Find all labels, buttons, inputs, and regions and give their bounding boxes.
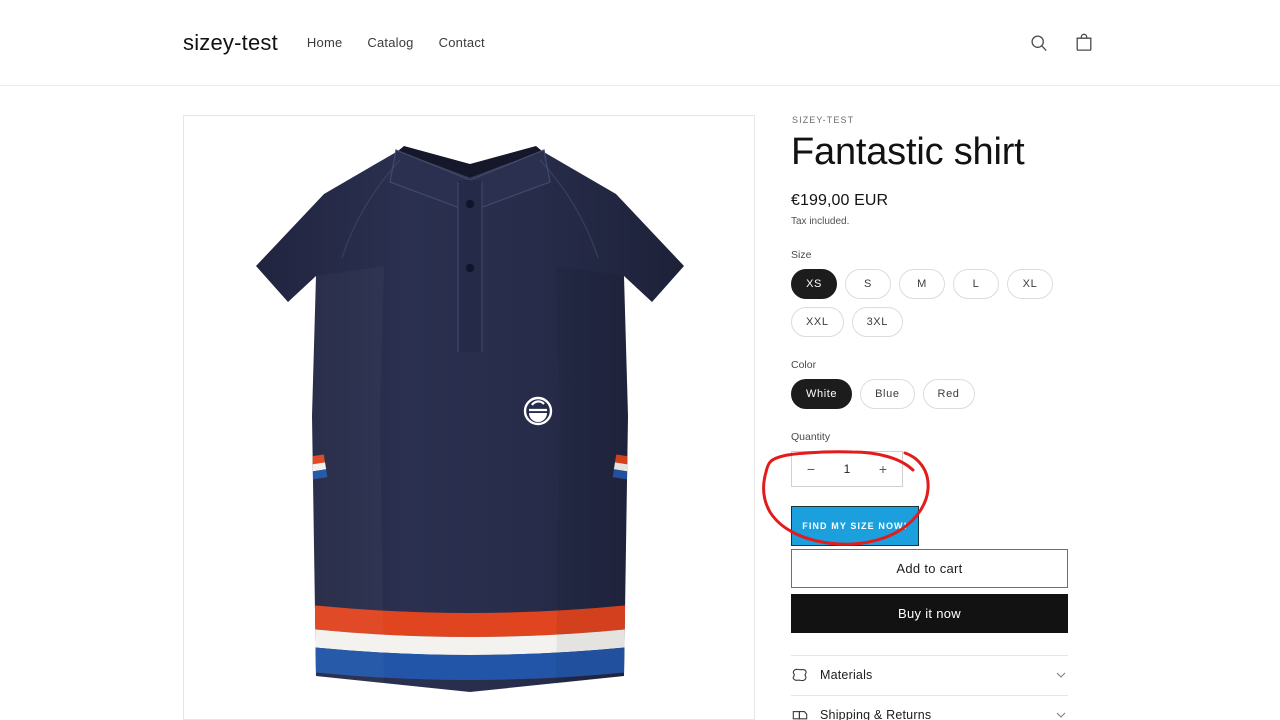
color-option-white[interactable]: White (791, 378, 853, 409)
chevron-down-icon (1054, 708, 1068, 720)
size-option-m[interactable]: M (899, 268, 945, 299)
size-label: Size (791, 248, 812, 261)
header-actions (1026, 30, 1097, 56)
page-title: Fantastic shirt (791, 131, 1025, 173)
search-icon[interactable] (1026, 30, 1052, 56)
hide-icon (791, 666, 809, 684)
size-option-3xl[interactable]: 3XL (851, 306, 903, 337)
accordion-label-shipping-returns: Shipping & Returns (820, 708, 932, 720)
tax-note: Tax included. (791, 215, 850, 227)
box-icon (791, 706, 809, 720)
size-option-xs[interactable]: XS (791, 268, 837, 299)
accordion-row-shipping-returns[interactable]: Shipping & Returns (791, 694, 1068, 720)
color-options: White Blue Red (791, 378, 1097, 409)
accordion-row-materials[interactable]: Materials (791, 654, 1068, 695)
size-option-xl[interactable]: XL (1007, 268, 1053, 299)
quantity-decrease-button[interactable]: − (803, 462, 819, 476)
nav-link-home[interactable]: Home (307, 35, 342, 50)
color-option-red[interactable]: Red (922, 378, 975, 409)
header-inner: sizey-test Home Catalog Contact (183, 0, 1097, 85)
shopping-bag-icon[interactable] (1071, 30, 1097, 56)
add-to-cart-button[interactable]: Add to cart (791, 548, 1068, 588)
site-logo[interactable]: sizey-test (183, 30, 278, 56)
size-options: XS S M L XL XXL 3XL (791, 268, 1097, 337)
product-vendor: SIZEY-TEST (792, 115, 855, 125)
quantity-value[interactable]: 1 (844, 462, 851, 476)
quantity-stepper[interactable]: − 1 + (791, 450, 903, 487)
site-header: sizey-test Home Catalog Contact (0, 0, 1280, 86)
quantity-increase-button[interactable]: + (875, 462, 891, 476)
product-accordion: Materials Shipping & Returns (791, 654, 1068, 720)
product-info: SIZEY-TEST Fantastic shirt €199,00 EUR T… (789, 115, 1097, 720)
product-page: sizey-test Home Catalog Contact SIZEY-TE… (0, 0, 1280, 720)
color-option-blue[interactable]: Blue (860, 378, 915, 409)
color-label: Color (791, 358, 817, 371)
size-option-l[interactable]: L (953, 268, 999, 299)
nav-link-contact[interactable]: Contact (439, 35, 485, 50)
main-navigation: Home Catalog Contact (307, 35, 485, 50)
chevron-down-icon (1054, 668, 1068, 682)
size-option-s[interactable]: S (845, 268, 891, 299)
product-price: €199,00 EUR (791, 191, 889, 209)
product-image (184, 116, 754, 719)
product-gallery[interactable] (183, 115, 755, 720)
find-my-size-button[interactable]: FIND MY SIZE NOW! (791, 505, 919, 546)
nav-link-catalog[interactable]: Catalog (367, 35, 413, 50)
buy-it-now-button[interactable]: Buy it now (791, 593, 1068, 633)
product-main: SIZEY-TEST Fantastic shirt €199,00 EUR T… (183, 115, 1097, 720)
accordion-label-materials: Materials (820, 668, 873, 683)
quantity-label: Quantity (791, 430, 831, 443)
size-option-xxl[interactable]: XXL (791, 306, 844, 337)
